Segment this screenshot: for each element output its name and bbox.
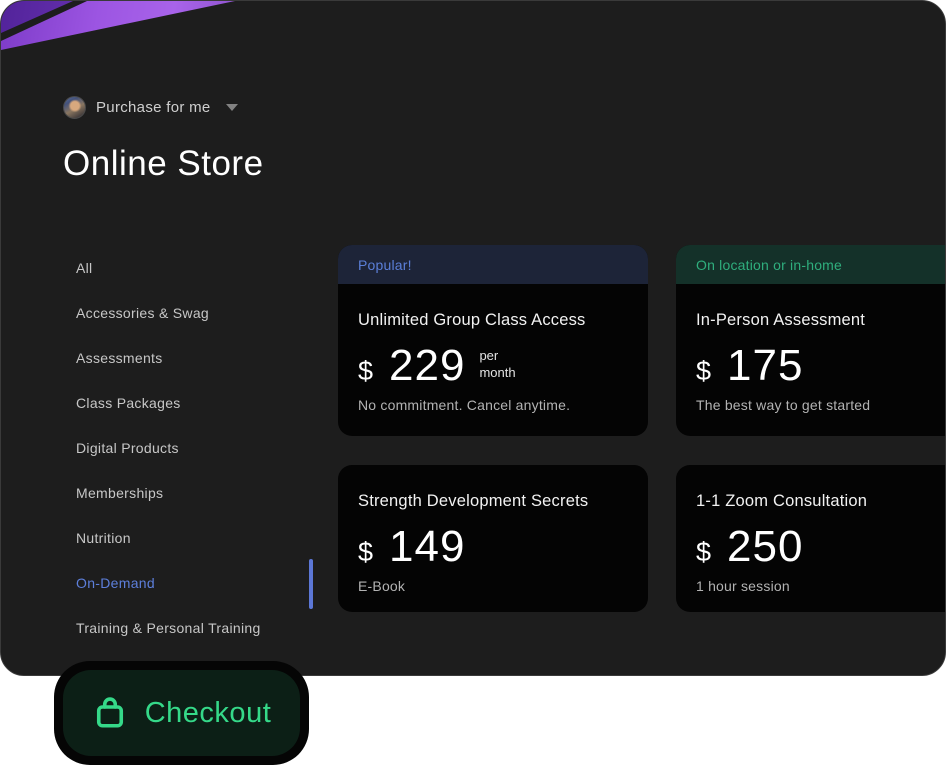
product-title: 1-1 Zoom Consultation xyxy=(696,492,868,510)
product-card-unlimited-group-class[interactable]: Popular! Unlimited Group Class Access $ … xyxy=(338,245,648,436)
sidebar-item-accessories-swag[interactable]: Accessories & Swag xyxy=(76,291,306,336)
checkout-button-inner: Checkout xyxy=(63,670,300,756)
sidebar-item-assessments[interactable]: Assessments xyxy=(76,336,306,381)
purchase-for-dropdown[interactable]: Purchase for me xyxy=(63,96,238,119)
sidebar-item-on-demand[interactable]: On-Demand xyxy=(76,561,306,606)
price-row: $ 175 xyxy=(696,341,945,390)
price-row: $ 250 xyxy=(696,522,945,571)
price-amount: 229 xyxy=(389,341,466,390)
sidebar-item-memberships[interactable]: Memberships xyxy=(76,471,306,516)
page-title: Online Store xyxy=(63,144,264,183)
product-title: Strength Development Secrets xyxy=(358,492,589,510)
popular-badge: Popular! xyxy=(338,245,648,284)
product-card-strength-secrets[interactable]: Strength Development Secrets $ 149 E-Boo… xyxy=(338,465,648,612)
currency-symbol: $ xyxy=(696,356,712,386)
currency-symbol: $ xyxy=(358,356,374,386)
sidebar-item-training[interactable]: Training & Personal Training xyxy=(76,606,306,651)
product-subtitle: No commitment. Cancel anytime. xyxy=(358,397,571,413)
online-store-screen: Purchase for me Online Store All Accesso… xyxy=(0,0,946,768)
category-sidebar: All Accessories & Swag Assessments Class… xyxy=(76,246,306,651)
sidebar-item-all[interactable]: All xyxy=(76,246,306,291)
price-amount: 250 xyxy=(727,522,804,571)
purple-corner-decoration xyxy=(1,1,241,53)
product-subtitle: The best way to get started xyxy=(696,397,871,413)
purple-wedge-large xyxy=(1,1,235,50)
shopping-bag-icon xyxy=(96,697,123,728)
user-avatar[interactable] xyxy=(63,96,86,119)
sidebar-item-class-packages[interactable]: Class Packages xyxy=(76,381,306,426)
active-category-indicator xyxy=(309,559,313,609)
price-row: $ 229 per month xyxy=(358,344,628,388)
product-grid: Popular! Unlimited Group Class Access $ … xyxy=(338,245,945,612)
location-badge: On location or in-home xyxy=(676,245,945,284)
price-row: $ 149 xyxy=(358,525,628,569)
currency-symbol: $ xyxy=(358,537,374,567)
price-amount: 175 xyxy=(727,341,804,390)
card-body: 1-1 Zoom Consultation $ 250 1 hour sessi… xyxy=(676,492,945,594)
card-body: Strength Development Secrets $ 149 E-Boo… xyxy=(338,492,648,594)
sidebar-item-digital-products[interactable]: Digital Products xyxy=(76,426,306,471)
price-period-line1: per xyxy=(479,348,499,364)
price-period: per month xyxy=(479,348,515,382)
product-title: Unlimited Group Class Access xyxy=(358,311,586,329)
sidebar-item-nutrition[interactable]: Nutrition xyxy=(76,516,306,561)
card-body: Unlimited Group Class Access $ 229 per m… xyxy=(338,311,648,413)
purchase-for-label: Purchase for me xyxy=(96,99,211,116)
product-card-in-person-assessment[interactable]: On location or in-home In-Person Assessm… xyxy=(676,245,945,436)
price-amount: 149 xyxy=(389,522,466,571)
price-period-line2: month xyxy=(479,365,516,380)
card-body: In-Person Assessment $ 175 The best way … xyxy=(676,311,945,413)
currency-symbol: $ xyxy=(696,537,712,567)
store-panel: Purchase for me Online Store All Accesso… xyxy=(0,0,946,676)
product-subtitle: E-Book xyxy=(358,578,406,594)
purple-wedge-small xyxy=(1,1,73,33)
checkout-button[interactable]: Checkout xyxy=(54,661,309,765)
product-card-zoom-consultation[interactable]: 1-1 Zoom Consultation $ 250 1 hour sessi… xyxy=(676,465,945,612)
chevron-down-icon[interactable] xyxy=(225,104,238,111)
product-title: In-Person Assessment xyxy=(696,311,866,329)
product-subtitle: 1 hour session xyxy=(696,578,790,594)
checkout-label: Checkout xyxy=(144,696,272,729)
